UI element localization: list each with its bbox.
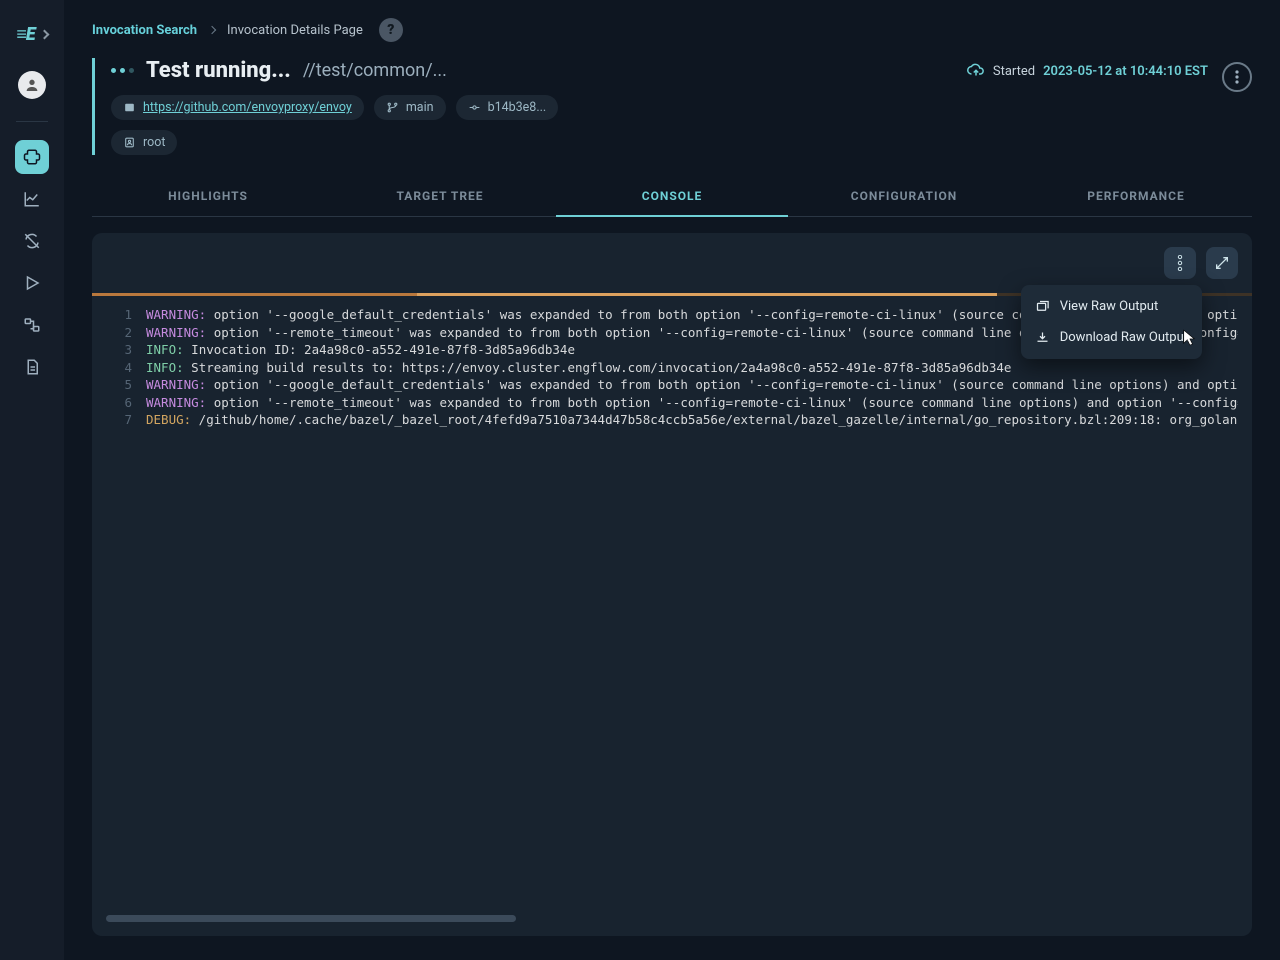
play-icon [23,274,41,292]
console-output: 1WARNING: option '--google_default_crede… [106,306,1238,905]
chip-user[interactable]: root [111,130,177,155]
tab-performance[interactable]: PERFORMANCE [1020,177,1252,216]
page-subtitle: //test/common/... [303,60,447,81]
repo-icon [123,101,136,114]
page-title: Test running... [146,58,291,83]
cursor-icon [1182,329,1196,347]
chip-branch-label: main [406,100,434,115]
console-menu-button[interactable] [1164,247,1196,279]
invocation-header: Test running... //test/common/... https:… [92,58,1252,155]
person-icon [24,77,40,93]
chip-branch[interactable]: main [374,95,446,120]
dropdown-view-raw[interactable]: View Raw Output [1021,291,1202,322]
expand-icon [1214,255,1230,271]
sidebar-item-invocations[interactable] [15,140,49,174]
dropdown-download-label: Download Raw Output [1060,330,1188,345]
sidebar-top[interactable]: ≡E [16,24,47,45]
tab-target-tree[interactable]: TARGET TREE [324,177,556,216]
console-line: 7DEBUG: /github/home/.cache/bazel/_bazel… [106,411,1238,429]
chip-user-label: root [143,135,165,150]
commit-icon [468,101,481,114]
running-spinner-icon [111,68,134,73]
breadcrumb-search[interactable]: Invocation Search [92,23,197,38]
dropdown-download-raw[interactable]: Download Raw Output [1021,322,1202,353]
console-line: 4INFO: Streaming build results to: https… [106,359,1238,377]
header-menu-button[interactable] [1222,62,1252,92]
horizontal-scrollbar[interactable] [106,915,516,922]
kebab-icon [1172,255,1188,271]
expand-console-button[interactable] [1206,247,1238,279]
sidebar-item-trends[interactable] [15,182,49,216]
started-timestamp: Started 2023-05-12 at 10:44:10 EST [967,62,1208,80]
kebab-icon [1235,70,1239,84]
chip-commit-label: b14b3e8... [488,100,547,115]
sync-off-icon [23,232,41,250]
sidebar: ≡E [0,0,64,960]
main-content: Invocation Search Invocation Details Pag… [64,0,1280,960]
document-icon [23,358,41,376]
sidebar-item-cache[interactable] [15,224,49,258]
help-badge[interactable]: ? [379,18,403,42]
branch-icon [386,101,399,114]
tab-console[interactable]: CONSOLE [556,177,788,217]
expand-sidebar-icon [39,30,49,40]
user-icon [123,136,136,149]
logo: ≡E [16,24,34,45]
chip-repo[interactable]: https://github.com/envoyproxy/envoy [111,95,364,120]
started-date: 2023-05-12 at 10:44:10 EST [1043,64,1208,79]
breadcrumb-current: Invocation Details Page [227,23,363,38]
puzzle-icon [23,148,41,166]
console-line: 6WARNING: option '--remote_timeout' was … [106,394,1238,412]
chart-icon [23,190,41,208]
tabs: HIGHLIGHTSTARGET TREECONSOLECONFIGURATIO… [92,177,1252,217]
cloud-upload-icon [967,62,985,80]
sidebar-item-executions[interactable] [15,266,49,300]
divider [16,121,48,122]
sidebar-item-workers[interactable] [15,308,49,342]
breadcrumbs: Invocation Search Invocation Details Pag… [92,18,1252,42]
console-panel: View Raw Output Download Raw Output 1WAR… [92,233,1252,936]
chip-repo-label: https://github.com/envoyproxy/envoy [143,100,352,115]
tab-configuration[interactable]: CONFIGURATION [788,177,1020,216]
started-label: Started [993,64,1035,79]
download-icon [1035,330,1050,345]
windows-icon [1035,299,1050,314]
nodes-icon [23,316,41,334]
chip-commit[interactable]: b14b3e8... [456,95,559,120]
sidebar-item-reports[interactable] [15,350,49,384]
chevron-right-icon [208,26,216,34]
console-line: 5WARNING: option '--google_default_crede… [106,376,1238,394]
tab-highlights[interactable]: HIGHLIGHTS [92,177,324,216]
console-dropdown: View Raw Output Download Raw Output [1021,285,1202,359]
avatar[interactable] [18,71,46,99]
dropdown-view-label: View Raw Output [1060,299,1158,314]
